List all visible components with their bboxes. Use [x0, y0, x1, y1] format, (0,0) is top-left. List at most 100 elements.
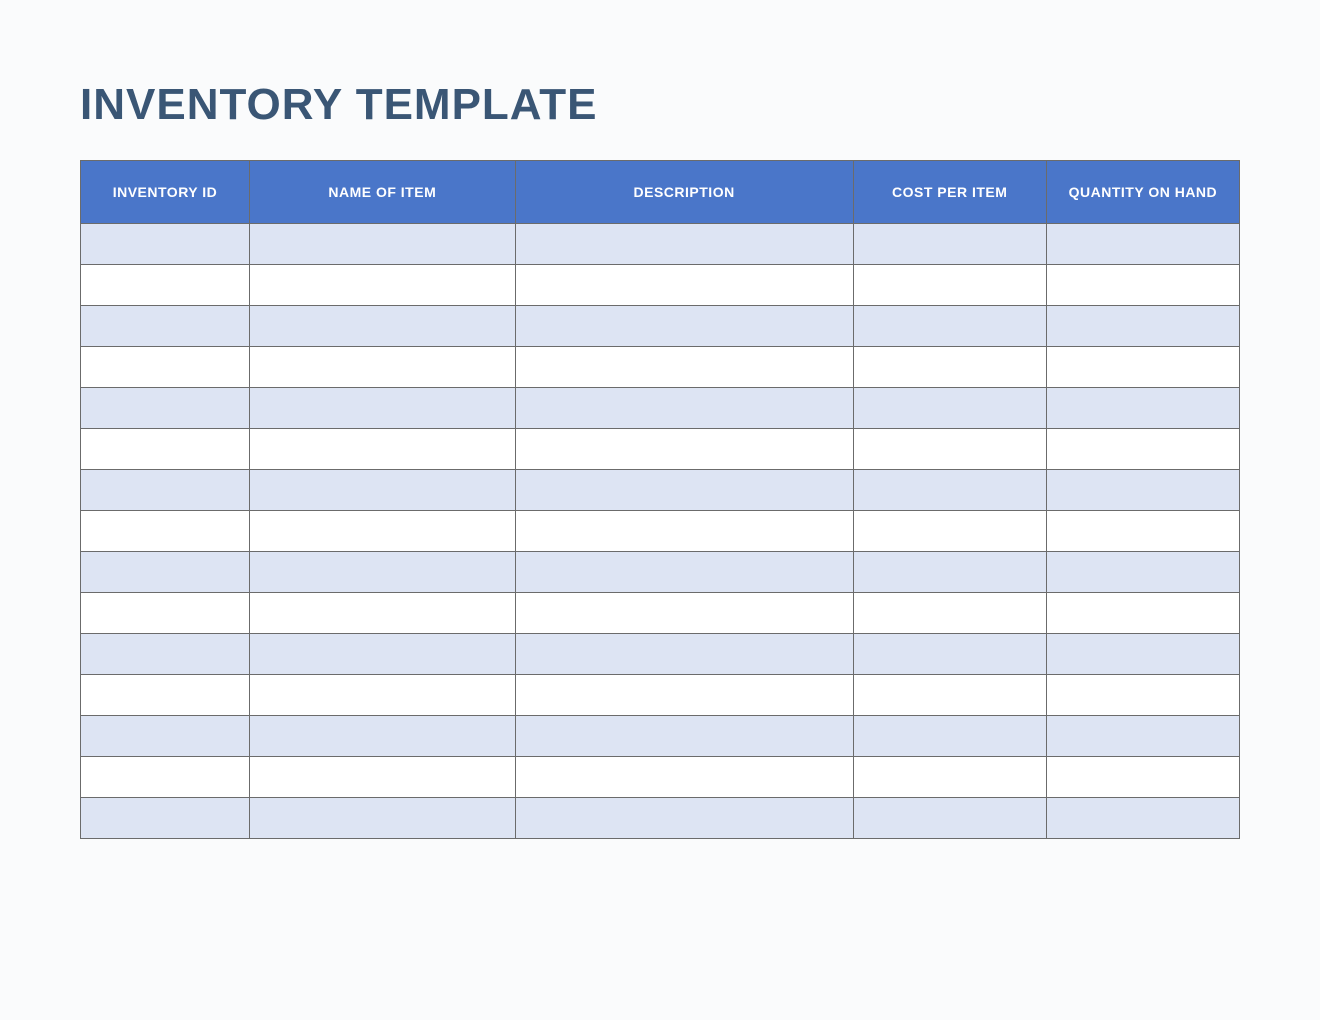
cell-name[interactable]	[250, 675, 516, 716]
cell-quantity[interactable]	[1046, 470, 1239, 511]
cell-description[interactable]	[515, 470, 853, 511]
cell-name[interactable]	[250, 798, 516, 839]
page-title: INVENTORY TEMPLATE	[80, 80, 1240, 130]
cell-name[interactable]	[250, 552, 516, 593]
table-row	[81, 224, 1240, 265]
cell-description[interactable]	[515, 511, 853, 552]
cell-cost[interactable]	[853, 798, 1046, 839]
cell-quantity[interactable]	[1046, 716, 1239, 757]
cell-description[interactable]	[515, 675, 853, 716]
cell-cost[interactable]	[853, 634, 1046, 675]
cell-description[interactable]	[515, 552, 853, 593]
table-row	[81, 347, 1240, 388]
cell-quantity[interactable]	[1046, 511, 1239, 552]
cell-quantity[interactable]	[1046, 634, 1239, 675]
cell-name[interactable]	[250, 757, 516, 798]
cell-cost[interactable]	[853, 552, 1046, 593]
cell-quantity[interactable]	[1046, 798, 1239, 839]
cell-cost[interactable]	[853, 511, 1046, 552]
cell-inventory-id[interactable]	[81, 798, 250, 839]
table-row	[81, 593, 1240, 634]
table-row	[81, 716, 1240, 757]
cell-inventory-id[interactable]	[81, 716, 250, 757]
cell-cost[interactable]	[853, 224, 1046, 265]
table-row	[81, 388, 1240, 429]
cell-description[interactable]	[515, 757, 853, 798]
cell-name[interactable]	[250, 265, 516, 306]
cell-description[interactable]	[515, 306, 853, 347]
cell-inventory-id[interactable]	[81, 552, 250, 593]
table-row	[81, 429, 1240, 470]
cell-name[interactable]	[250, 306, 516, 347]
cell-quantity[interactable]	[1046, 224, 1239, 265]
cell-inventory-id[interactable]	[81, 265, 250, 306]
table-header: INVENTORY ID NAME OF ITEM DESCRIPTION CO…	[81, 161, 1240, 224]
cell-name[interactable]	[250, 634, 516, 675]
table-row	[81, 265, 1240, 306]
cell-inventory-id[interactable]	[81, 757, 250, 798]
cell-name[interactable]	[250, 716, 516, 757]
cell-description[interactable]	[515, 347, 853, 388]
cell-quantity[interactable]	[1046, 347, 1239, 388]
cell-cost[interactable]	[853, 675, 1046, 716]
cell-inventory-id[interactable]	[81, 511, 250, 552]
inventory-table: INVENTORY ID NAME OF ITEM DESCRIPTION CO…	[80, 160, 1240, 839]
table-header-row: INVENTORY ID NAME OF ITEM DESCRIPTION CO…	[81, 161, 1240, 224]
cell-description[interactable]	[515, 716, 853, 757]
col-description: DESCRIPTION	[515, 161, 853, 224]
cell-quantity[interactable]	[1046, 675, 1239, 716]
cell-cost[interactable]	[853, 265, 1046, 306]
cell-quantity[interactable]	[1046, 388, 1239, 429]
cell-inventory-id[interactable]	[81, 224, 250, 265]
col-quantity-on-hand: QUANTITY ON HAND	[1046, 161, 1239, 224]
cell-inventory-id[interactable]	[81, 388, 250, 429]
table-row	[81, 552, 1240, 593]
cell-cost[interactable]	[853, 716, 1046, 757]
cell-cost[interactable]	[853, 429, 1046, 470]
col-name-of-item: NAME OF ITEM	[250, 161, 516, 224]
table-row	[81, 634, 1240, 675]
cell-quantity[interactable]	[1046, 306, 1239, 347]
cell-description[interactable]	[515, 265, 853, 306]
table-row	[81, 511, 1240, 552]
table-row	[81, 675, 1240, 716]
cell-name[interactable]	[250, 470, 516, 511]
cell-inventory-id[interactable]	[81, 634, 250, 675]
cell-description[interactable]	[515, 593, 853, 634]
cell-cost[interactable]	[853, 306, 1046, 347]
cell-inventory-id[interactable]	[81, 470, 250, 511]
cell-description[interactable]	[515, 429, 853, 470]
cell-name[interactable]	[250, 593, 516, 634]
table-row	[81, 306, 1240, 347]
cell-description[interactable]	[515, 634, 853, 675]
cell-cost[interactable]	[853, 347, 1046, 388]
col-cost-per-item: COST PER ITEM	[853, 161, 1046, 224]
cell-name[interactable]	[250, 429, 516, 470]
cell-name[interactable]	[250, 388, 516, 429]
cell-quantity[interactable]	[1046, 265, 1239, 306]
cell-inventory-id[interactable]	[81, 429, 250, 470]
cell-quantity[interactable]	[1046, 593, 1239, 634]
cell-name[interactable]	[250, 224, 516, 265]
cell-quantity[interactable]	[1046, 757, 1239, 798]
cell-cost[interactable]	[853, 593, 1046, 634]
table-row	[81, 757, 1240, 798]
table-body	[81, 224, 1240, 839]
cell-inventory-id[interactable]	[81, 306, 250, 347]
cell-name[interactable]	[250, 347, 516, 388]
cell-quantity[interactable]	[1046, 429, 1239, 470]
cell-description[interactable]	[515, 388, 853, 429]
cell-cost[interactable]	[853, 470, 1046, 511]
table-row	[81, 470, 1240, 511]
cell-quantity[interactable]	[1046, 552, 1239, 593]
cell-inventory-id[interactable]	[81, 347, 250, 388]
document-container: INVENTORY TEMPLATE INVENTORY ID NAME OF …	[0, 0, 1320, 839]
cell-description[interactable]	[515, 224, 853, 265]
col-inventory-id: INVENTORY ID	[81, 161, 250, 224]
cell-description[interactable]	[515, 798, 853, 839]
cell-inventory-id[interactable]	[81, 593, 250, 634]
cell-inventory-id[interactable]	[81, 675, 250, 716]
cell-cost[interactable]	[853, 757, 1046, 798]
cell-cost[interactable]	[853, 388, 1046, 429]
cell-name[interactable]	[250, 511, 516, 552]
